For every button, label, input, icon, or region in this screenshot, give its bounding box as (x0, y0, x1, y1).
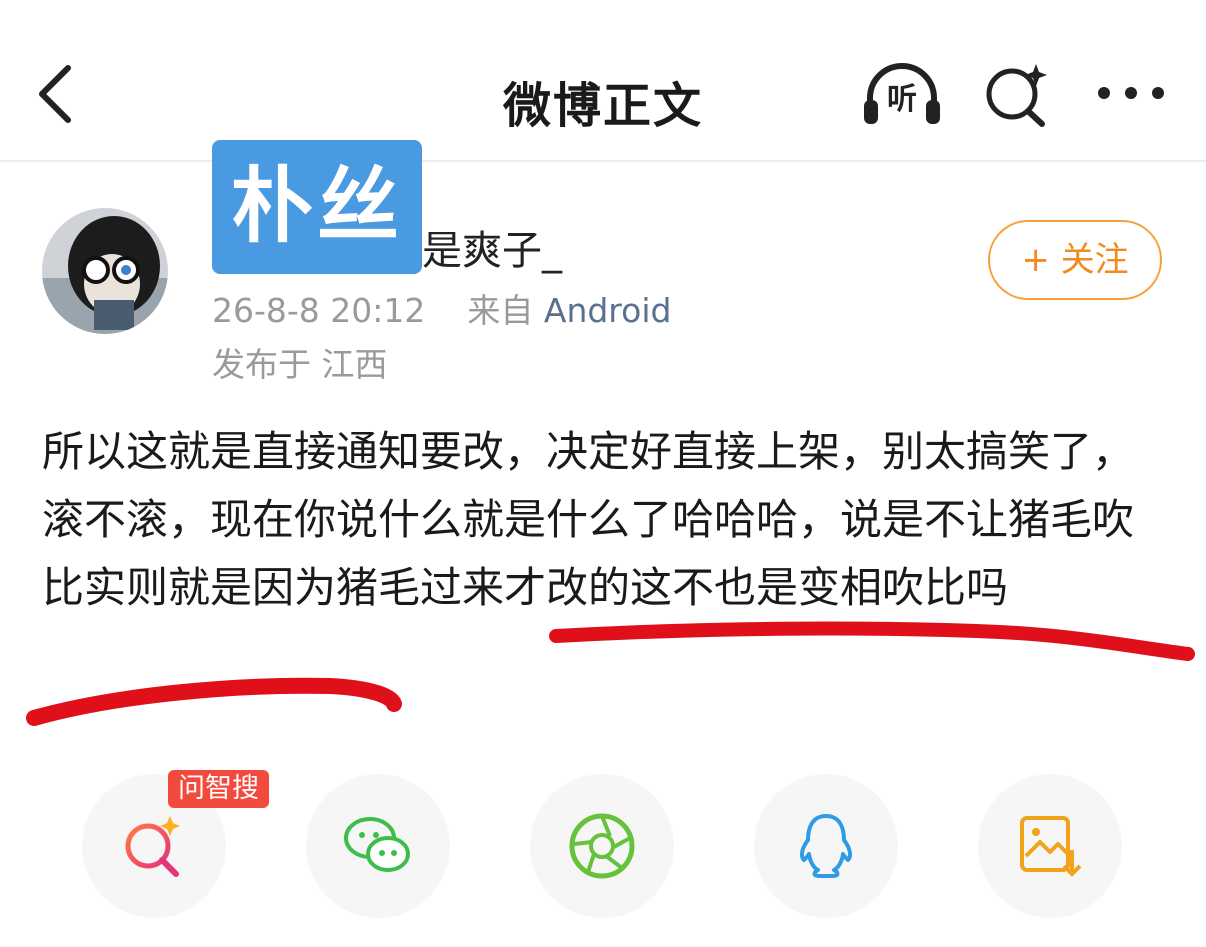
more-button[interactable] (1094, 78, 1168, 108)
more-dots-icon (1098, 87, 1164, 99)
follow-button[interactable]: + 关注 (988, 220, 1162, 300)
post-content: 所以这就是直接通知要改，决定好直接上架，别太搞笑了，滚不滚，现在你说什么就是什么… (42, 427, 1135, 612)
source-prefix: 来自 (467, 291, 534, 330)
moments-aperture-icon (569, 813, 635, 879)
save-image-icon (1020, 816, 1082, 877)
underline-stroke-2 (26, 677, 402, 726)
share-qq-button[interactable] (754, 774, 898, 918)
location: 发布于 江西 (212, 345, 388, 384)
avatar[interactable] (42, 208, 168, 334)
top-nav-bar: 微博正文 听 (0, 0, 1206, 162)
qq-penguin-icon (799, 814, 853, 878)
listen-button[interactable]: 听 (860, 60, 944, 130)
timestamp: 26-8-8 20:12 (212, 291, 426, 330)
sparkle-search-icon (986, 64, 1047, 127)
wechat-icon (344, 817, 410, 872)
username[interactable]: 是爽子_ (422, 218, 562, 276)
underline-stroke-1 (549, 621, 1195, 661)
share-wechat-button[interactable] (306, 774, 450, 918)
post-meta: 26-8-8 20:12 来自 Android (212, 284, 671, 332)
avatar-image (42, 208, 168, 334)
ai-search-button[interactable] (982, 58, 1052, 130)
listen-label: 听 (887, 82, 917, 117)
share-moments-button[interactable] (530, 774, 674, 918)
source-link[interactable]: Android (544, 291, 672, 330)
ai-search-tag: 问智搜 (168, 770, 269, 808)
save-image-button[interactable] (978, 774, 1122, 918)
name-overlay-badge: 朴丝 (212, 140, 422, 274)
ai-search-icon (125, 816, 180, 877)
